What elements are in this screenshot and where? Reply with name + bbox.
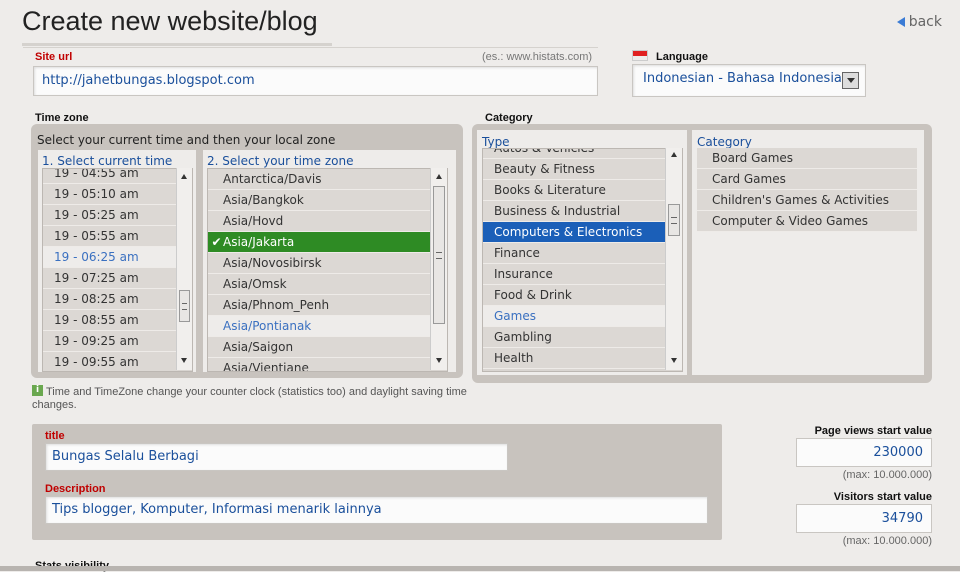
scroll-up-icon[interactable] bbox=[436, 174, 442, 179]
time-option[interactable]: 19 - 08:55 am bbox=[43, 310, 178, 331]
subcategory-option[interactable]: Board Games bbox=[697, 148, 917, 169]
time-option[interactable]: 19 - 04:55 am bbox=[43, 169, 178, 184]
language-value: Indonesian - Bahasa Indonesia bbox=[643, 71, 842, 86]
scroll-up-icon[interactable] bbox=[671, 152, 677, 157]
site-url-hint: (es.: www.histats.com) bbox=[482, 51, 593, 63]
visitors-label: Visitors start value bbox=[833, 491, 932, 503]
zone-option-label: Asia/Jakarta bbox=[223, 235, 295, 249]
category-label: Category bbox=[485, 112, 533, 124]
scroll-down-icon[interactable] bbox=[436, 358, 442, 363]
type-option-selected[interactable]: Computers & Electronics bbox=[483, 222, 666, 243]
visitors-input[interactable]: 34790 bbox=[796, 504, 932, 533]
time-option[interactable]: 19 - 05:55 am bbox=[43, 226, 178, 247]
title-divider bbox=[22, 43, 332, 46]
scroll-thumb[interactable] bbox=[433, 186, 445, 324]
language-select[interactable]: Indonesian - Bahasa Indonesia bbox=[632, 64, 866, 97]
site-url-input[interactable]: http://jahetbungas.blogspot.com bbox=[33, 66, 598, 96]
title-input[interactable]: Bungas Selalu Berbagi bbox=[45, 443, 508, 471]
type-option[interactable]: Finance bbox=[483, 243, 666, 264]
visitors-max: (max: 10.000.000) bbox=[842, 535, 932, 547]
zone-option-selected[interactable]: ✔Asia/Jakarta bbox=[208, 232, 431, 253]
subcategory-option[interactable]: Computer & Video Games bbox=[697, 211, 917, 232]
pageviews-input[interactable]: 230000 bbox=[796, 438, 932, 467]
time-list-scrollbar[interactable] bbox=[176, 168, 192, 370]
back-link[interactable]: back bbox=[896, 14, 942, 30]
pageviews-label: Page views start value bbox=[814, 425, 932, 437]
current-time-list[interactable]: 19 - 04:55 am 19 - 05:10 am 19 - 05:25 a… bbox=[42, 168, 193, 372]
subcategory-option[interactable]: Children's Games & Activities bbox=[697, 190, 917, 211]
time-option[interactable]: 19 - 05:10 am bbox=[43, 184, 178, 205]
time-option-selected[interactable]: 19 - 06:25 am bbox=[43, 247, 178, 268]
description-input[interactable]: Tips blogger, Komputer, Informasi menari… bbox=[45, 496, 708, 524]
zone-list[interactable]: Antarctica/Davis Asia/Bangkok Asia/Hovd … bbox=[207, 168, 448, 372]
type-option[interactable]: Beauty & Fitness bbox=[483, 159, 666, 180]
type-option-highlighted[interactable]: Games bbox=[483, 306, 666, 327]
scroll-thumb[interactable] bbox=[668, 204, 680, 236]
language-label: Language bbox=[656, 51, 708, 63]
type-option[interactable]: Autos & Vehicles bbox=[483, 149, 666, 159]
chevron-down-icon bbox=[847, 78, 855, 83]
timezone-note: Time and TimeZone change your counter cl… bbox=[32, 386, 467, 411]
type-option[interactable]: Gambling bbox=[483, 327, 666, 348]
back-label: back bbox=[908, 14, 942, 30]
timezone-label: Time zone bbox=[35, 112, 89, 124]
zone-option[interactable]: Asia/Vientiane bbox=[208, 358, 431, 371]
subcategory-option[interactable]: Card Games bbox=[697, 169, 917, 190]
type-header: Type bbox=[482, 135, 510, 149]
bottom-edge bbox=[0, 566, 960, 571]
zone-option[interactable]: Antarctica/Davis bbox=[208, 169, 431, 190]
pageviews-max: (max: 10.000.000) bbox=[842, 469, 932, 481]
time-option[interactable]: 19 - 09:25 am bbox=[43, 331, 178, 352]
zone-option[interactable]: Asia/Omsk bbox=[208, 274, 431, 295]
site-url-rule bbox=[23, 47, 598, 48]
indonesia-flag-icon bbox=[632, 50, 648, 61]
current-time-header: 1. Select current time bbox=[42, 154, 173, 168]
time-option[interactable]: 19 - 09:55 am bbox=[43, 352, 178, 371]
type-list[interactable]: Autos & Vehicles Beauty & Fitness Books … bbox=[482, 148, 683, 372]
zone-option[interactable]: Asia/Hovd bbox=[208, 211, 431, 232]
type-list-scrollbar[interactable] bbox=[665, 148, 682, 370]
checkmark-icon: ✔ bbox=[211, 235, 222, 249]
zone-option[interactable]: Asia/Novosibirsk bbox=[208, 253, 431, 274]
site-url-label: Site url bbox=[35, 51, 73, 63]
zone-option[interactable]: Asia/Bangkok bbox=[208, 190, 431, 211]
scroll-down-icon[interactable] bbox=[181, 358, 187, 363]
type-option[interactable]: Business & Industrial bbox=[483, 201, 666, 222]
type-option[interactable]: Health bbox=[483, 348, 666, 369]
timezone-instruction: Select your current time and then your l… bbox=[37, 133, 336, 147]
scroll-thumb[interactable] bbox=[179, 290, 190, 322]
zone-option-highlighted[interactable]: Asia/Pontianak bbox=[208, 316, 431, 337]
zone-option[interactable]: Asia/Saigon bbox=[208, 337, 431, 358]
subcategory-header: Category bbox=[697, 135, 752, 149]
title-label: title bbox=[45, 430, 65, 442]
subcategory-list[interactable]: Board Games Card Games Children's Games … bbox=[697, 148, 917, 232]
back-arrow-icon bbox=[896, 17, 905, 27]
zone-option[interactable]: Asia/Phnom_Penh bbox=[208, 295, 431, 316]
zone-header: 2. Select your time zone bbox=[207, 154, 354, 168]
time-option[interactable]: 19 - 05:25 am bbox=[43, 205, 178, 226]
type-option[interactable]: Insurance bbox=[483, 264, 666, 285]
zone-list-scrollbar[interactable] bbox=[430, 168, 447, 370]
language-dropdown-button[interactable] bbox=[842, 72, 859, 89]
type-option[interactable]: Books & Literature bbox=[483, 180, 666, 201]
description-label: Description bbox=[45, 483, 106, 495]
time-option[interactable]: 19 - 08:25 am bbox=[43, 289, 178, 310]
scroll-up-icon[interactable] bbox=[181, 174, 187, 179]
scroll-down-icon[interactable] bbox=[671, 358, 677, 363]
page-title: Create new website/blog bbox=[22, 6, 318, 36]
type-option[interactable]: Food & Drink bbox=[483, 285, 666, 306]
time-option[interactable]: 19 - 07:25 am bbox=[43, 268, 178, 289]
